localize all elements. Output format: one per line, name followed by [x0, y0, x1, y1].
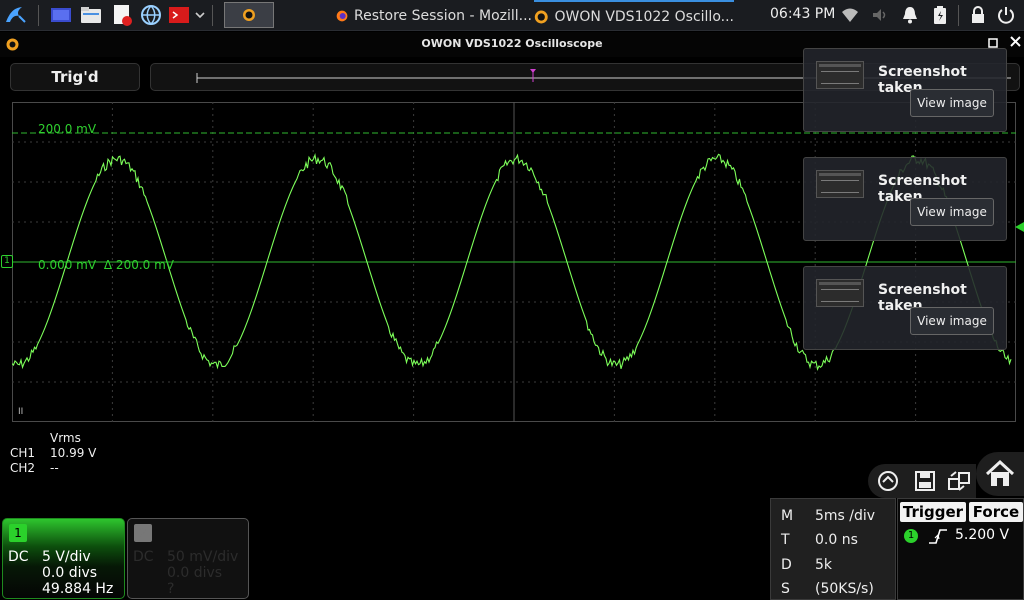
waveform-display[interactable]: 200.0 mV 0.000 mV Δ 200.0 mV 1 II — [1, 102, 1024, 422]
ch1-level-marker[interactable]: 1 — [1, 255, 13, 268]
measure-ch1-value: 10.99 V — [50, 446, 97, 460]
timebase-value-d: 5k — [815, 557, 833, 573]
trigger-tab[interactable]: Trigger — [900, 502, 966, 522]
notification-screenshot[interactable]: Screenshot taken View image — [803, 157, 1007, 241]
view-image-button[interactable]: View image — [910, 89, 994, 117]
trigger-level: 5.200 V — [955, 527, 1010, 543]
close-button[interactable] — [1010, 36, 1021, 50]
ch1-volts-div: 5 V/div — [42, 549, 91, 565]
text-editor-icon[interactable] — [111, 3, 133, 27]
ch1-badge: 1 — [9, 524, 27, 542]
notification-screenshot[interactable]: Screenshot taken View image — [803, 266, 1007, 350]
ref-zero-value: 0.000 mV — [38, 258, 97, 272]
timebase-key-t: T — [781, 532, 790, 548]
ch2-level-marker[interactable]: II — [18, 407, 23, 417]
swap-icon — [948, 471, 970, 491]
ref-high-label: 200.0 mV — [38, 122, 97, 136]
timebase-value-t: 0.0 ns — [815, 532, 858, 548]
ch2-panel[interactable]: 2 DC 50 mV/div 0.0 divs ? — [127, 518, 249, 599]
wifi-icon[interactable] — [840, 5, 860, 25]
files-icon[interactable] — [80, 3, 102, 27]
ch2-frequency: ? — [167, 581, 175, 597]
trigger-level-marker[interactable] — [1015, 222, 1024, 232]
timebase-panel[interactable]: M 5ms /div T 0.0 ns D 5k S (50KS/s) — [770, 498, 896, 600]
timebase-key-m: M — [781, 508, 794, 524]
timebase-key-s: S — [781, 581, 790, 597]
home-button[interactable] — [976, 452, 1024, 496]
task-label: Restore Session - Mozill... — [354, 7, 532, 24]
screenshot-thumbnail — [816, 61, 864, 89]
timebase-key-d: D — [781, 557, 792, 573]
task-label: OWON VDS1022 Oscillo... — [554, 8, 734, 25]
power-icon[interactable] — [996, 5, 1016, 25]
timebase-value-m: 5ms /div — [815, 508, 876, 524]
measure-ch1-label: CH1 — [10, 446, 36, 460]
ch1-coupling: DC — [8, 549, 29, 565]
lock-icon[interactable] — [968, 5, 988, 25]
view-image-button[interactable]: View image — [910, 198, 994, 226]
trigger-panel[interactable]: Trigger Force 1 5.200 V — [897, 498, 1024, 600]
terminal-icon[interactable] — [168, 3, 190, 27]
ch2-coupling: DC — [133, 549, 154, 565]
auto-set-icon — [878, 471, 898, 491]
volume-icon[interactable] — [870, 5, 890, 25]
ch1-offset: 0.0 divs — [42, 565, 98, 581]
save-button[interactable] — [908, 464, 942, 498]
bell-icon[interactable] — [900, 5, 920, 25]
trigger-channel-badge: 1 — [904, 529, 918, 543]
ref-zero-label: 0.000 mV Δ 200.0 mV — [38, 258, 174, 272]
owon-icon — [534, 10, 548, 23]
taskbar: Restore Session - Mozill... OWON VDS1022… — [0, 0, 1024, 31]
task-firefox[interactable]: Restore Session - Mozill... — [336, 0, 532, 31]
ch2-badge: 2 — [134, 524, 152, 542]
measure-header: Vrms — [50, 431, 81, 445]
save-icon — [915, 471, 935, 491]
kali-dragon-icon[interactable] — [4, 3, 28, 27]
measure-ch2-value: -- — [50, 461, 59, 475]
view-image-button[interactable]: View image — [910, 307, 994, 335]
owon-icon — [243, 9, 255, 21]
timebase-value-s: (50KS/s) — [815, 581, 874, 597]
delta-value: Δ 200.0 mV — [103, 258, 174, 272]
firefox-icon — [336, 10, 348, 21]
measure-ch2-label: CH2 — [10, 461, 36, 475]
force-button[interactable]: Force — [969, 502, 1023, 522]
clock[interactable]: 06:43 PM — [770, 6, 835, 22]
auto-set-button[interactable] — [868, 464, 908, 498]
screenshot-thumbnail — [816, 279, 864, 307]
ch2-volts-div: 50 mV/div — [167, 549, 239, 565]
ch2-offset: 0.0 divs — [167, 565, 223, 581]
screenshot-thumbnail — [816, 170, 864, 198]
owon-workspace-button[interactable] — [224, 2, 274, 28]
home-icon — [985, 459, 1015, 486]
battery-icon[interactable] — [930, 5, 950, 25]
trigger-status-label: Trig'd — [10, 63, 140, 91]
notification-screenshot[interactable]: Screenshot taken View image — [803, 48, 1007, 132]
task-owon[interactable]: OWON VDS1022 Oscillo... — [534, 0, 734, 31]
ch1-panel[interactable]: 1 DC 5 V/div 0.0 divs 49.884 Hz — [2, 518, 125, 599]
workspace-icon[interactable] — [50, 3, 72, 27]
browser-icon[interactable] — [140, 3, 162, 27]
rising-edge-icon — [929, 529, 947, 544]
chevron-down-icon[interactable] — [194, 3, 206, 27]
ch1-frequency: 49.884 Hz — [42, 581, 114, 597]
swap-button[interactable] — [942, 464, 976, 498]
